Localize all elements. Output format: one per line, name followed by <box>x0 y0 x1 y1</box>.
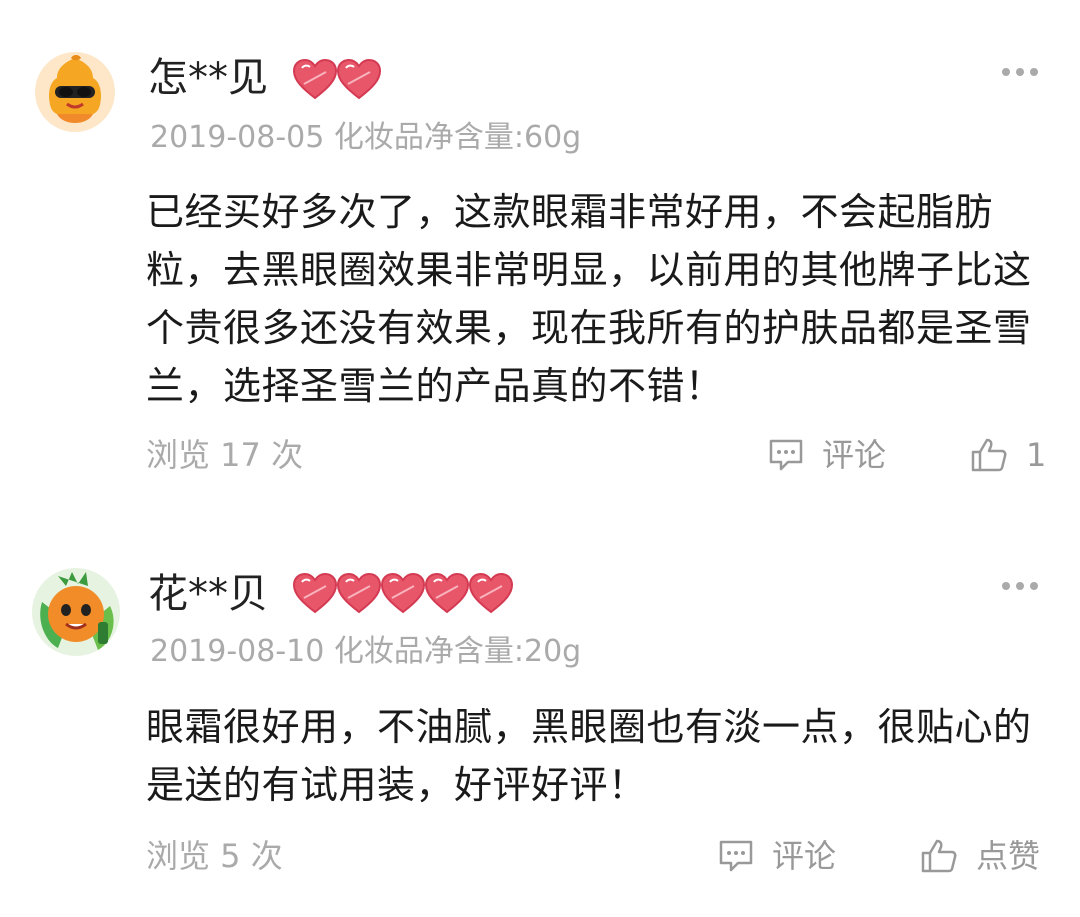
view-count: 浏览 17 次 <box>146 436 304 474</box>
heart-icon <box>468 572 514 614</box>
like-count: 1 <box>1026 436 1047 474</box>
user-level-hearts <box>292 572 514 614</box>
review-meta: 2019-08-10 化妆品净含量:20g <box>150 634 582 669</box>
review-item: 花**贝 2019-08-10 化妆品净含量:20g 眼霜很好用，不油腻，黑眼圈… <box>0 520 1080 917</box>
heart-icon <box>292 572 338 614</box>
like-label: 点赞 <box>976 837 1041 875</box>
comment-button[interactable]: 评论 <box>718 836 836 876</box>
heart-icon <box>292 58 338 100</box>
user-level-hearts <box>292 58 382 100</box>
more-icon[interactable] <box>1002 66 1038 78</box>
view-count: 浏览 5 次 <box>146 837 283 875</box>
user-avatar[interactable] <box>35 52 115 132</box>
review-content: 已经买好多次了，这款眼霜非常好用，不会起脂肪粒，去黑眼圈效果非常明显，以前用的其… <box>146 190 1032 408</box>
comment-icon <box>719 840 753 872</box>
more-icon[interactable] <box>1002 580 1038 592</box>
avatar-icon <box>32 568 120 656</box>
like-button[interactable]: 1 <box>970 435 1046 475</box>
heart-icon <box>424 572 470 614</box>
comment-label: 评论 <box>822 436 887 474</box>
username[interactable]: 花**贝 <box>148 570 268 618</box>
thumbs-up-icon <box>971 438 1007 472</box>
avatar-icon <box>35 52 115 132</box>
like-button[interactable]: 点赞 <box>920 836 1040 876</box>
heart-icon <box>336 58 382 100</box>
thumbs-up-icon <box>921 839 957 873</box>
comment-icon <box>769 439 803 471</box>
user-avatar[interactable] <box>28 562 124 658</box>
review-item: 怎**见 2019-08-05 化妆品净含量:60g 已经买好多次了，这款眼霜非… <box>0 0 1080 500</box>
heart-icon <box>336 572 382 614</box>
username[interactable]: 怎**见 <box>148 54 268 102</box>
comment-button[interactable]: 评论 <box>768 435 886 475</box>
heart-icon <box>380 572 426 614</box>
review-meta: 2019-08-05 化妆品净含量:60g <box>150 120 582 155</box>
comment-label: 评论 <box>772 837 837 875</box>
review-content: 眼霜很好用，不油腻，黑眼圈也有淡一点，很贴心的是送的有试用装，好评好评！ <box>146 705 1032 807</box>
